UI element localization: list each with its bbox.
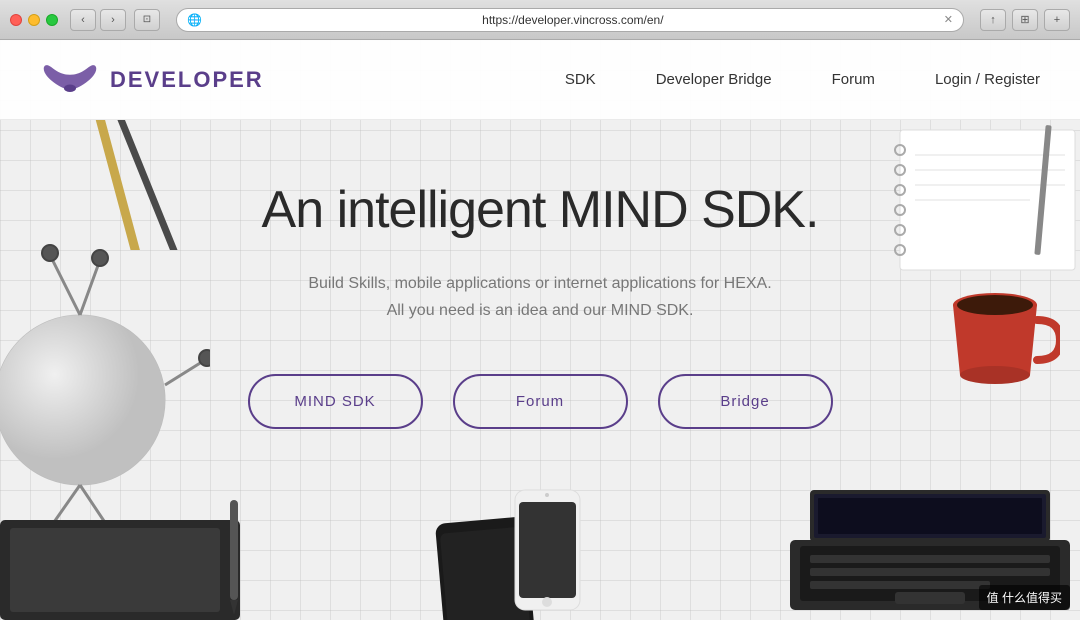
nav-login-register[interactable]: Login / Register <box>935 71 1040 88</box>
nav-sdk[interactable]: SDK <box>565 71 596 88</box>
website-content: DEVELOPER SDK Developer Bridge Forum Log… <box>0 40 1080 620</box>
mind-sdk-button[interactable]: MIND SDK <box>248 374 423 429</box>
hero-title: An intelligent MIND SDK. <box>262 180 819 240</box>
maximize-window-button[interactable] <box>46 14 58 26</box>
watermark: 值 什么值得买 <box>979 585 1070 610</box>
hero-subtitle-line2: All you need is an idea and our MIND SDK… <box>387 302 694 319</box>
tablet-decoration <box>0 500 260 620</box>
hero-buttons: MIND SDK Forum Bridge <box>248 374 833 429</box>
nav-links: SDK Developer Bridge Forum Login / Regis… <box>565 71 1040 88</box>
vincross-logo-icon <box>40 60 100 100</box>
forward-button[interactable]: › <box>100 9 126 31</box>
navbar: DEVELOPER SDK Developer Bridge Forum Log… <box>0 40 1080 120</box>
nav-forum[interactable]: Forum <box>832 71 875 88</box>
url-display: https://developer.vincross.com/en/ <box>208 13 938 27</box>
phones-decoration <box>430 480 650 620</box>
bridge-button[interactable]: Bridge <box>658 374 833 429</box>
hero-subtitle: Build Skills, mobile applications or int… <box>308 270 771 324</box>
browser-chrome: ‹ › ⊡ 🌐 https://developer.vincross.com/e… <box>0 0 1080 40</box>
share-button[interactable]: ↑ <box>980 9 1006 31</box>
back-button[interactable]: ‹ <box>70 9 96 31</box>
security-icon: 🌐 <box>187 13 202 27</box>
close-window-button[interactable] <box>10 14 22 26</box>
browser-actions: ↑ ⊞ + <box>980 9 1070 31</box>
hero-subtitle-line1: Build Skills, mobile applications or int… <box>308 275 771 292</box>
address-bar[interactable]: 🌐 https://developer.vincross.com/en/ ✕ <box>176 8 964 32</box>
extensions-button[interactable]: + <box>1044 9 1070 31</box>
browser-nav-arrows: ‹ › <box>70 9 126 31</box>
nav-developer-bridge[interactable]: Developer Bridge <box>656 71 772 88</box>
new-tab-button[interactable]: ⊞ <box>1012 9 1038 31</box>
logo-area[interactable]: DEVELOPER <box>40 60 264 100</box>
tab-expand-button[interactable]: ⊡ <box>134 9 160 31</box>
clear-url-button[interactable]: ✕ <box>944 13 953 26</box>
logo-text: DEVELOPER <box>110 67 264 93</box>
traffic-lights <box>10 14 58 26</box>
minimize-window-button[interactable] <box>28 14 40 26</box>
forum-button[interactable]: Forum <box>453 374 628 429</box>
watermark-text: 值 什么值得买 <box>987 591 1062 605</box>
hero-section: An intelligent MIND SDK. Build Skills, m… <box>0 120 1080 469</box>
